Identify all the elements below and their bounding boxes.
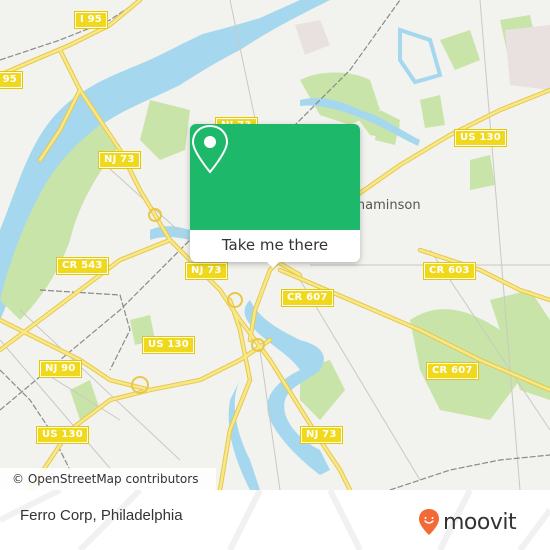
moovit-smile-pin-icon	[419, 509, 439, 535]
road-shield-nj73: NJ 73	[300, 426, 343, 444]
park	[470, 155, 495, 190]
park	[440, 30, 480, 70]
moovit-logo[interactable]: moovit	[418, 508, 517, 536]
road-shield-nj73: NJ 73	[98, 151, 141, 169]
map-attribution[interactable]: © OpenStreetMap contributors	[0, 468, 216, 490]
rail-line	[389, 454, 550, 490]
road-shield-us130: US 130	[454, 129, 507, 147]
location-pin-icon	[191, 124, 229, 174]
take-me-there-button[interactable]: Take me there	[190, 230, 360, 262]
map-view[interactable]: Cinnaminson I 95 I 95 NJ 73 NJ 73 NJ 73 …	[0, 0, 550, 490]
place-name: Ferro Corp, Philadelphia	[20, 507, 183, 524]
park	[140, 100, 190, 160]
moovit-logo-text: moovit	[443, 509, 517, 535]
road-shield-cr607: CR 607	[426, 362, 479, 380]
rail-line	[0, 369, 71, 471]
road-shield-nj73: NJ 73	[185, 262, 228, 280]
destination-popup: Take me there	[190, 124, 360, 268]
road-shield-cr603: CR 603	[423, 262, 476, 280]
road-shield-us130: US 130	[36, 426, 89, 444]
road-shield-cr543: CR 543	[56, 257, 109, 275]
road-shield-nj90: NJ 90	[39, 360, 82, 378]
road-shield-us130: US 130	[142, 336, 195, 354]
road-shield-i95: I 95	[74, 11, 108, 29]
popup-header	[190, 124, 360, 230]
industrial-area	[295, 20, 330, 55]
industrial-area	[505, 25, 550, 90]
park	[420, 95, 445, 128]
park	[70, 380, 100, 420]
pond-water	[398, 27, 443, 85]
popup-pointer	[265, 260, 281, 268]
road-shield-cr607: CR 607	[281, 289, 334, 307]
rail-line	[39, 289, 131, 371]
road-shield-i95: I 95	[0, 71, 23, 89]
